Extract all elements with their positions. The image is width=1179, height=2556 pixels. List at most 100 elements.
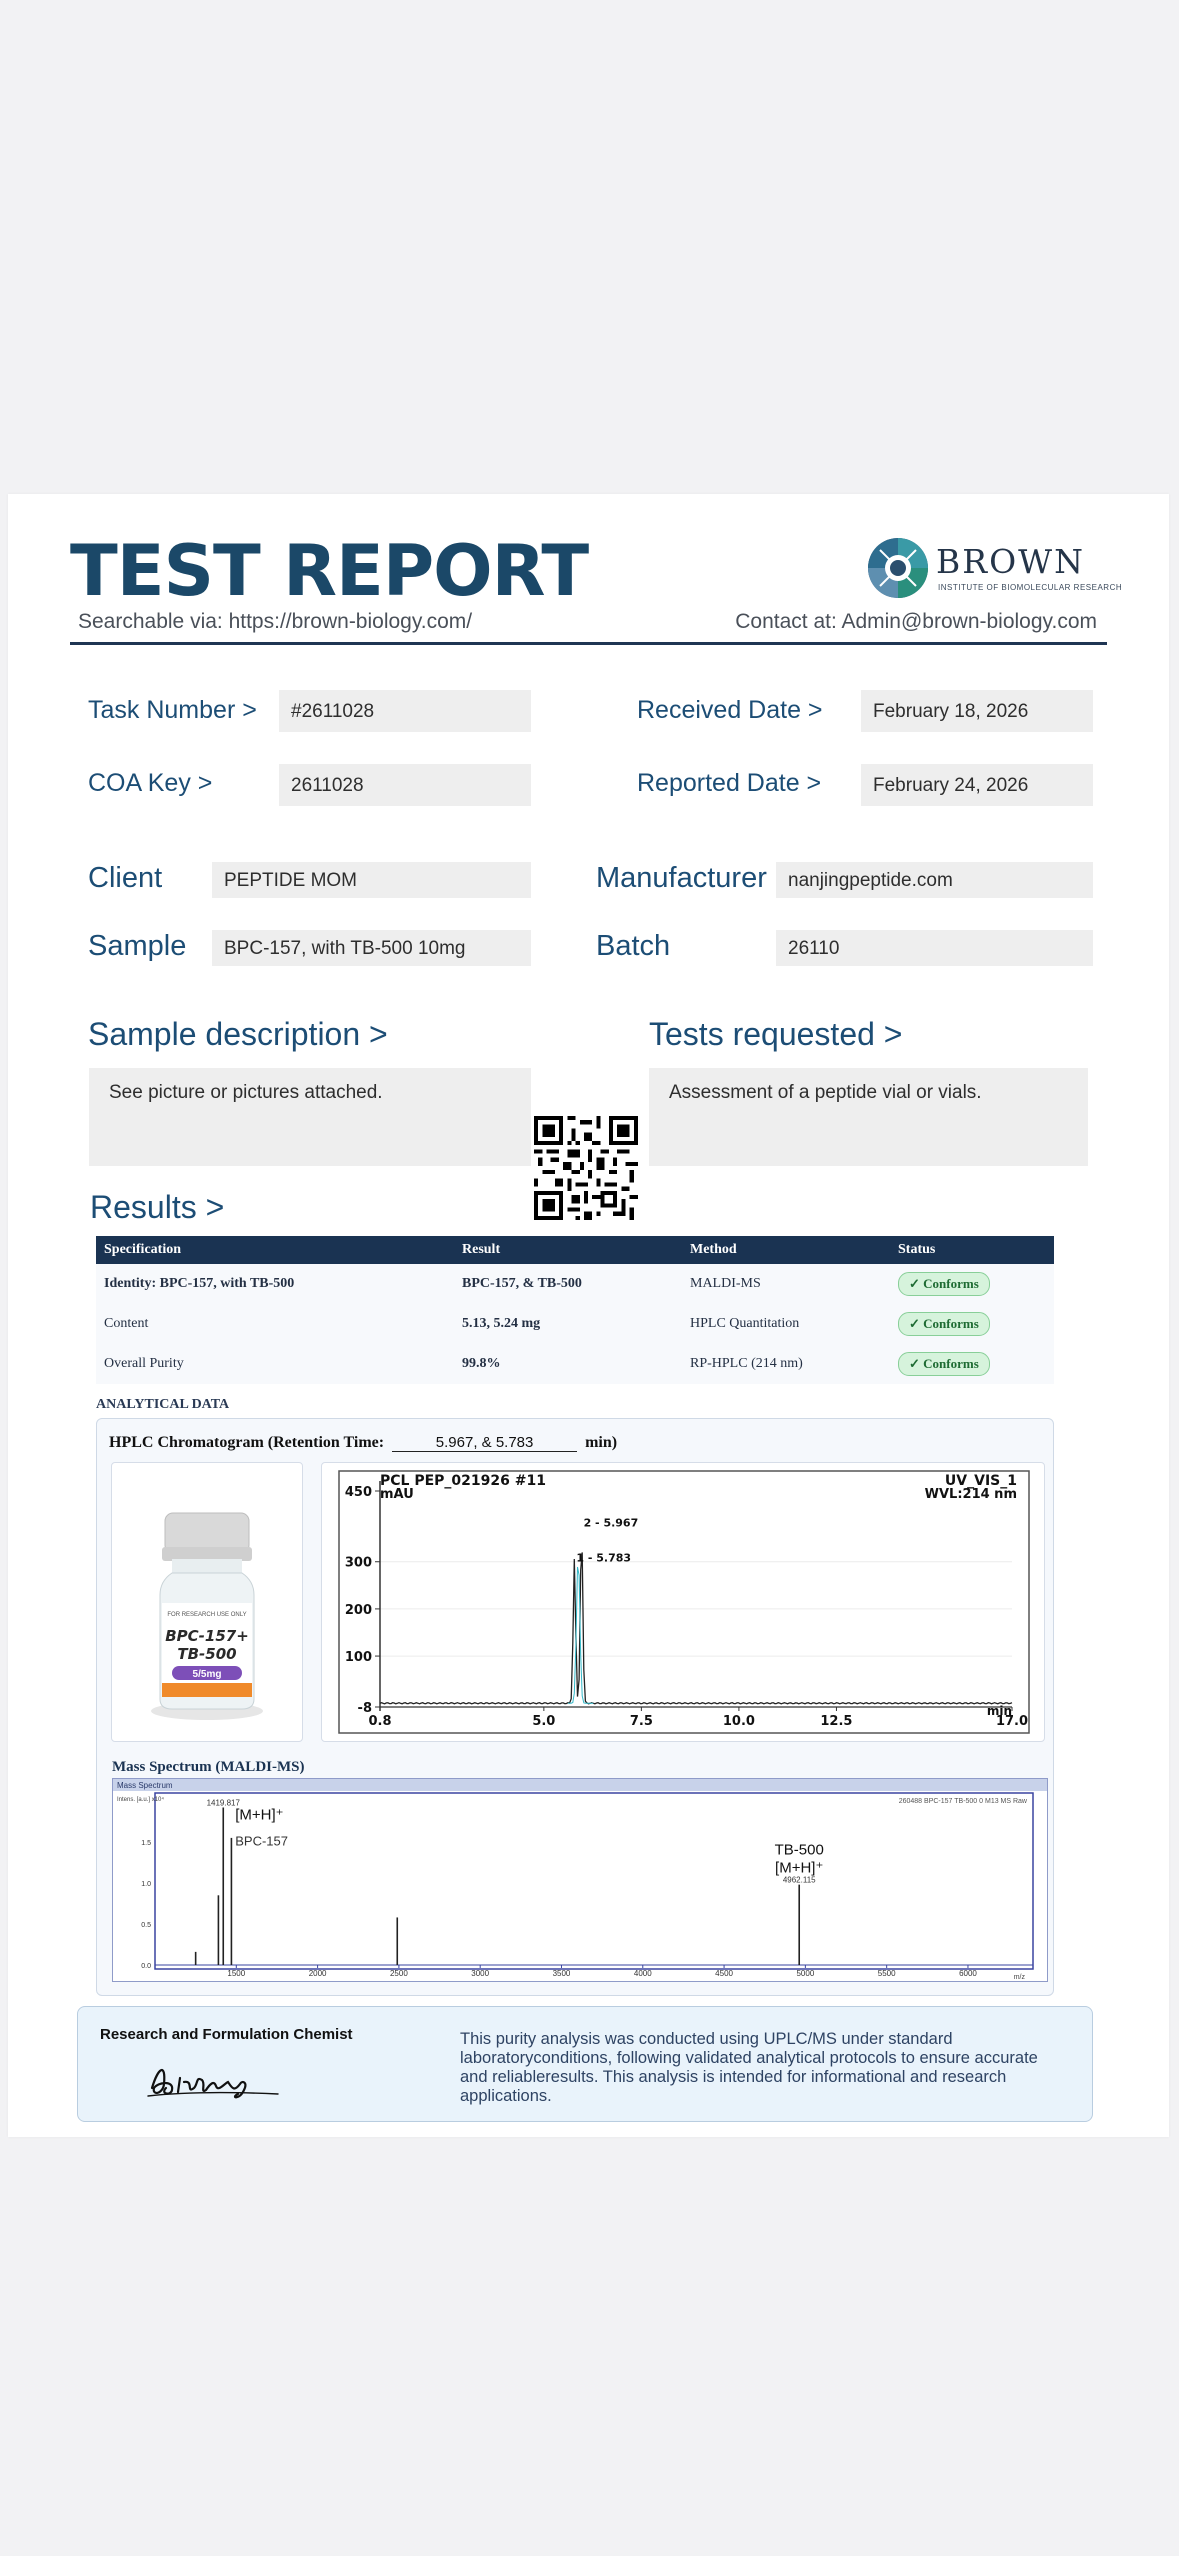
- row-method: MALDI-MS: [682, 1264, 890, 1304]
- hplc-x-tick-label: 7.5: [630, 1714, 653, 1729]
- ms-chart: Mass Spectrum 260488 BPC-157 TB-500 0 M1…: [113, 1779, 1047, 1981]
- hplc-xlabel: min: [987, 1704, 1012, 1718]
- hplc-y-tick-label: 100: [345, 1650, 372, 1665]
- ms-x-tick-label: 2000: [309, 1969, 327, 1978]
- retention-times: 5.967, & 5.783: [392, 1434, 578, 1452]
- hplc-x-tick-label: 5.0: [532, 1714, 555, 1729]
- tests-requested-box: Assessment of a peptide vial or vials.: [649, 1068, 1088, 1166]
- ms-peak-name: TB-500: [775, 1842, 824, 1859]
- row-result: BPC-157, & TB-500: [454, 1264, 682, 1304]
- analytical-data-label: ANALYTICAL DATA: [96, 1397, 230, 1412]
- mass-spectrum: Mass Spectrum 260488 BPC-157 TB-500 0 M1…: [112, 1778, 1048, 1982]
- sample-description-text: See picture or pictures attached.: [109, 1082, 383, 1103]
- ms-x-tick-label: 4500: [715, 1969, 733, 1978]
- reported-date-value: February 24, 2026: [861, 764, 1093, 806]
- reported-date-label: Reported Date >: [637, 769, 822, 797]
- ms-header-right: 260488 BPC-157 TB-500 0 M13 MS Raw: [899, 1798, 1028, 1805]
- row-method: HPLC Quantitation: [682, 1304, 890, 1344]
- hplc-wavelength: WVL:214 nm: [925, 1487, 1017, 1502]
- qr-code[interactable]: [534, 1116, 638, 1220]
- hplc-caption-suffix: min): [585, 1434, 618, 1451]
- row-status: ✓ Conforms: [890, 1304, 1054, 1344]
- col-specification: Specification: [96, 1236, 454, 1264]
- logo-subtitle: INSTITUTE OF BIOMOLECULAR RESEARCH: [938, 583, 1123, 592]
- vial-photo: FOR RESEARCH USE ONLY BPC-157+ TB-500 5/…: [111, 1462, 303, 1742]
- hplc-caption-prefix: HPLC Chromatogram (Retention Time:: [109, 1434, 385, 1451]
- coa-key-value: 2611028: [279, 764, 531, 806]
- brown-logo: BROWN INSTITUTE OF BIOMOLECULAR RESEARCH: [866, 536, 1122, 606]
- ms-x-tick-label: 3500: [553, 1969, 571, 1978]
- ms-x-tick-label: 5500: [878, 1969, 896, 1978]
- ms-x-tick-label: 5000: [796, 1969, 814, 1978]
- conforms-badge: ✓ Conforms: [898, 1272, 990, 1296]
- header-divider: [70, 642, 1107, 645]
- conforms-badge: ✓ Conforms: [898, 1352, 990, 1376]
- ms-frame: [154, 1792, 1034, 1970]
- test-report-page: TEST REPORT Searchable via: https://brow…: [8, 494, 1169, 2137]
- hplc-peak-label: 1 - 5.783: [576, 1551, 631, 1564]
- results-header-row: Specification Result Method Status: [96, 1236, 1054, 1264]
- batch-value: 26110: [776, 930, 1093, 966]
- ms-caption: Mass Spectrum (MALDI-MS): [112, 1759, 305, 1775]
- ms-x-tick-label: 2500: [390, 1969, 408, 1978]
- received-date-label: Received Date >: [637, 696, 823, 724]
- vial-illustration: FOR RESEARCH USE ONLY BPC-157+ TB-500 5/…: [151, 1512, 263, 1720]
- results-title: Results >: [90, 1189, 225, 1225]
- tests-requested-text: Assessment of a peptide vial or vials.: [669, 1082, 982, 1103]
- ms-x-tick-label: 6000: [959, 1969, 977, 1978]
- row-method: RP-HPLC (214 nm): [682, 1344, 890, 1384]
- sample-value: BPC-157, with TB-500 10mg: [212, 930, 531, 966]
- ms-x-tick-label: 4000: [634, 1969, 652, 1978]
- task-number-value: #2611028: [279, 690, 531, 732]
- ms-peak-annotation: [M+H]⁺: [235, 1807, 283, 1824]
- hplc-chart: 450300200100-80.8 5.0 7.5 10.0 12.5 17.0 PCL …: [338, 1470, 1030, 1734]
- results-table: Specification Result Method Status Ident…: [96, 1236, 1054, 1384]
- batch-label: Batch: [596, 930, 671, 962]
- ms-peak-name: BPC-157: [235, 1834, 288, 1849]
- hplc-frame: [338, 1470, 1030, 1734]
- row-spec: Overall Purity: [96, 1344, 454, 1384]
- tests-requested-title: Tests requested >: [649, 1016, 903, 1052]
- col-status: Status: [890, 1236, 1054, 1264]
- row-status: ✓ Conforms: [890, 1344, 1054, 1384]
- manufacturer-label: Manufacturer: [596, 862, 767, 894]
- ms-peak-mass-label: 4962.115: [783, 1876, 816, 1885]
- searchable-url: Searchable via: https://brown-biology.co…: [78, 610, 473, 633]
- disclaimer-text: This purity analysis was conducted using…: [460, 2030, 1038, 2105]
- vial-dose: 5/5mg: [193, 1669, 222, 1680]
- received-date-value: February 18, 2026: [861, 690, 1093, 732]
- ms-peak-annotation: [M+H]⁺: [775, 1860, 823, 1877]
- table-row: Content 5.13, 5.24 mg HPLC Quantitation …: [96, 1304, 1054, 1344]
- hplc-chromatogram: 450 300 200 100 -8 0.8 5.0 7.5 10.0 12.5 17.0 PCL …: [321, 1462, 1045, 1742]
- table-row: Overall Purity 99.8% RP-HPLC (214 nm) ✓ …: [96, 1344, 1054, 1384]
- page-title: TEST REPORT: [70, 530, 589, 612]
- hplc-y-tick-label: 450: [345, 1485, 372, 1500]
- vial-research-text: FOR RESEARCH USE ONLY: [167, 1612, 246, 1618]
- table-row: Identity: BPC-157, with TB-500 BPC-157, …: [96, 1264, 1054, 1304]
- ms-y-tick-label: 1.0: [141, 1881, 151, 1888]
- signature-image: [147, 2069, 279, 2099]
- client-value: PEPTIDE MOM: [212, 862, 531, 898]
- ms-ylabel: Intens. [a.u.] x10⁴: [117, 1796, 164, 1803]
- ms-y-tick-label: 0.0: [141, 1963, 151, 1970]
- row-spec: Content: [96, 1304, 454, 1344]
- col-method: Method: [682, 1236, 890, 1264]
- hplc-caption: HPLC Chromatogram (Retention Time: 5.967…: [109, 1434, 617, 1452]
- ms-x-tick-label: 1500: [227, 1969, 245, 1978]
- vial-label-line1: BPC-157+: [165, 1627, 249, 1645]
- contact-email: Contact at: Admin@brown-biology.com: [735, 610, 1097, 633]
- logo-wordmark: BROWN: [936, 542, 1085, 581]
- chemist-title: Research and Formulation Chemist: [100, 2026, 353, 2043]
- sample-description-box: See picture or pictures attached.: [89, 1068, 531, 1166]
- task-number-label: Task Number >: [88, 696, 257, 724]
- manufacturer-value: nanjingpeptide.com: [776, 862, 1093, 898]
- ms-xlabel: m/z: [1014, 1974, 1026, 1981]
- ms-x-tick-label: 3000: [471, 1969, 489, 1978]
- brown-logo-icon: [868, 538, 928, 598]
- sample-description-title: Sample description >: [88, 1016, 388, 1052]
- hplc-x-tick-label: 10.0: [723, 1714, 755, 1729]
- coa-key-label: COA Key >: [88, 769, 213, 797]
- hplc-x-tick-label: 12.5: [820, 1714, 852, 1729]
- vial-label-line2: TB-500: [177, 1645, 236, 1663]
- row-result: 5.13, 5.24 mg: [454, 1304, 682, 1344]
